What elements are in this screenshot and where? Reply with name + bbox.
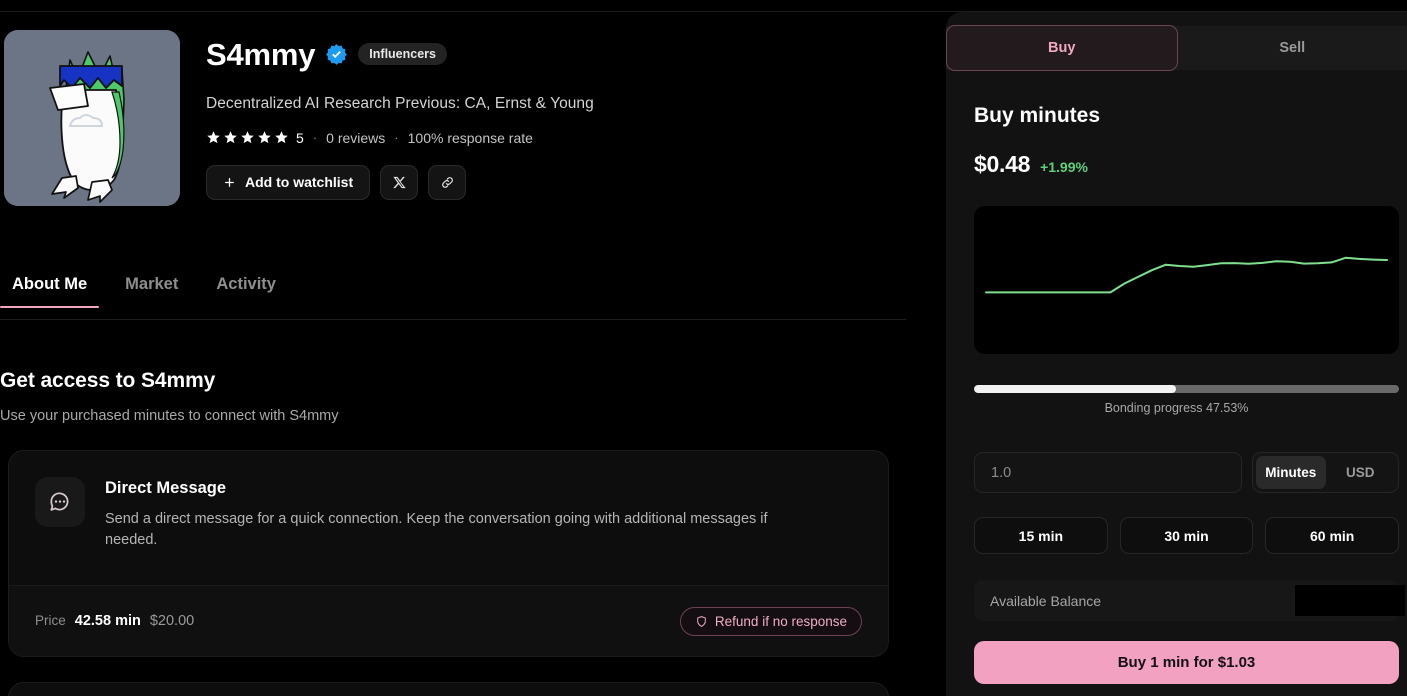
profile-column: S4mmy Influencers Decentralized AI Resea…: [0, 12, 946, 696]
refund-label: Refund if no response: [714, 613, 847, 629]
name-row: S4mmy Influencers: [206, 30, 926, 78]
link-chain-icon: [441, 176, 453, 188]
profile-stats: 5 · 0 reviews · 100% response rate: [206, 130, 926, 146]
category-badge: Influencers: [358, 42, 447, 66]
quick-amount-row: 15 min 30 min 60 min: [974, 517, 1400, 554]
refund-badge[interactable]: Refund if no response: [679, 606, 862, 636]
quick-amount-30min[interactable]: 30 min: [1119, 517, 1254, 554]
price-row: $0.48 +1.99%: [974, 151, 1088, 178]
x-twitter-icon: [392, 176, 406, 188]
star-icon: [275, 131, 288, 144]
tab-market[interactable]: Market: [125, 275, 178, 304]
unit-toggle: Minutes USD: [1252, 452, 1399, 493]
price-minutes: 42.58 min: [74, 613, 141, 629]
balance-value-redacted: [1295, 585, 1405, 616]
amount-row: Minutes USD: [974, 452, 1399, 493]
next-offer-card[interactable]: [8, 682, 889, 696]
price-group: Price 42.58 min $20.00: [35, 613, 194, 629]
bonding-progress-label: Bonding progress 47.53%: [1104, 401, 1249, 415]
trade-panel: Buy Sell Buy minutes $0.48 +1.99% Bondin…: [946, 12, 1407, 696]
profile-tabs: About Me Market Activity: [0, 264, 906, 320]
buy-sell-tabs: Buy Sell: [946, 25, 1407, 71]
price-label: Price: [35, 613, 66, 628]
price-chart[interactable]: [974, 206, 1399, 354]
quick-amount-15min[interactable]: 15 min: [974, 517, 1108, 554]
response-rate: 100% response rate: [407, 129, 533, 146]
direct-message-card[interactable]: Direct Message Send a direct message for…: [8, 450, 889, 657]
chat-bubble-dots-icon: [50, 492, 69, 511]
access-heading: Get access to S4mmy: [0, 369, 216, 392]
profile-tagline: Decentralized AI Research Previous: CA, …: [206, 95, 594, 112]
price-usd: $20.00: [149, 613, 195, 629]
plus-icon: [225, 177, 234, 187]
avatar[interactable]: [4, 30, 180, 206]
dm-text-block: Direct Message Send a direct message for…: [105, 477, 862, 550]
copy-link-button[interactable]: [428, 164, 467, 200]
star-rating: [206, 130, 289, 145]
quick-amount-60min[interactable]: 60 min: [1265, 517, 1400, 554]
x-twitter-button[interactable]: [380, 164, 419, 200]
bonding-progress-track: [974, 385, 1399, 393]
star-icon: [258, 131, 271, 144]
page-title: S4mmy: [206, 36, 316, 72]
dm-title: Direct Message: [105, 479, 227, 497]
available-balance-row: Available Balance: [974, 580, 1405, 621]
available-balance-label: Available Balance: [990, 592, 1102, 609]
reviews-count: 0 reviews: [326, 129, 386, 146]
star-icon: [207, 131, 220, 144]
star-icon: [224, 131, 237, 144]
buy-cta-button[interactable]: Buy 1 min for $1.03: [974, 641, 1399, 684]
rating-value: 5: [296, 129, 304, 146]
add-to-watchlist-button[interactable]: Add to watchlist: [206, 164, 371, 200]
dm-description: Send a direct message for a quick connec…: [105, 511, 768, 548]
buy-minutes-title: Buy minutes: [974, 104, 1101, 127]
amount-input[interactable]: [974, 452, 1242, 493]
access-subheading: Use your purchased minutes to connect wi…: [0, 408, 339, 424]
separator-dot: ·: [312, 130, 318, 146]
dm-card-footer: Price 42.58 min $20.00 Refund if no resp…: [9, 585, 888, 656]
bonding-progress-fill: [974, 385, 1176, 393]
dm-icon-wrap: [35, 477, 85, 527]
star-icon: [241, 131, 254, 144]
current-price: $0.48: [974, 151, 1031, 177]
tab-buy[interactable]: Buy: [946, 25, 1178, 71]
profile-actions: Add to watchlist: [206, 164, 926, 200]
separator-dot: ·: [394, 130, 399, 146]
tabs-divider: [0, 319, 906, 320]
verified-check-icon: [326, 43, 348, 65]
unit-option-usd[interactable]: USD: [1326, 456, 1396, 489]
tab-activity[interactable]: Activity: [216, 275, 276, 304]
unit-option-minutes[interactable]: Minutes: [1256, 456, 1326, 489]
tab-about-me[interactable]: About Me: [0, 275, 100, 308]
tab-sell[interactable]: Sell: [1178, 26, 1407, 70]
dm-card-body: Direct Message Send a direct message for…: [9, 451, 888, 550]
app-root: S4mmy Influencers Decentralized AI Resea…: [0, 0, 1407, 696]
shield-icon: [697, 615, 706, 627]
profile-info: S4mmy Influencers Decentralized AI Resea…: [206, 30, 926, 200]
add-to-watchlist-label: Add to watchlist: [245, 174, 354, 191]
price-change: +1.99%: [1040, 159, 1088, 175]
